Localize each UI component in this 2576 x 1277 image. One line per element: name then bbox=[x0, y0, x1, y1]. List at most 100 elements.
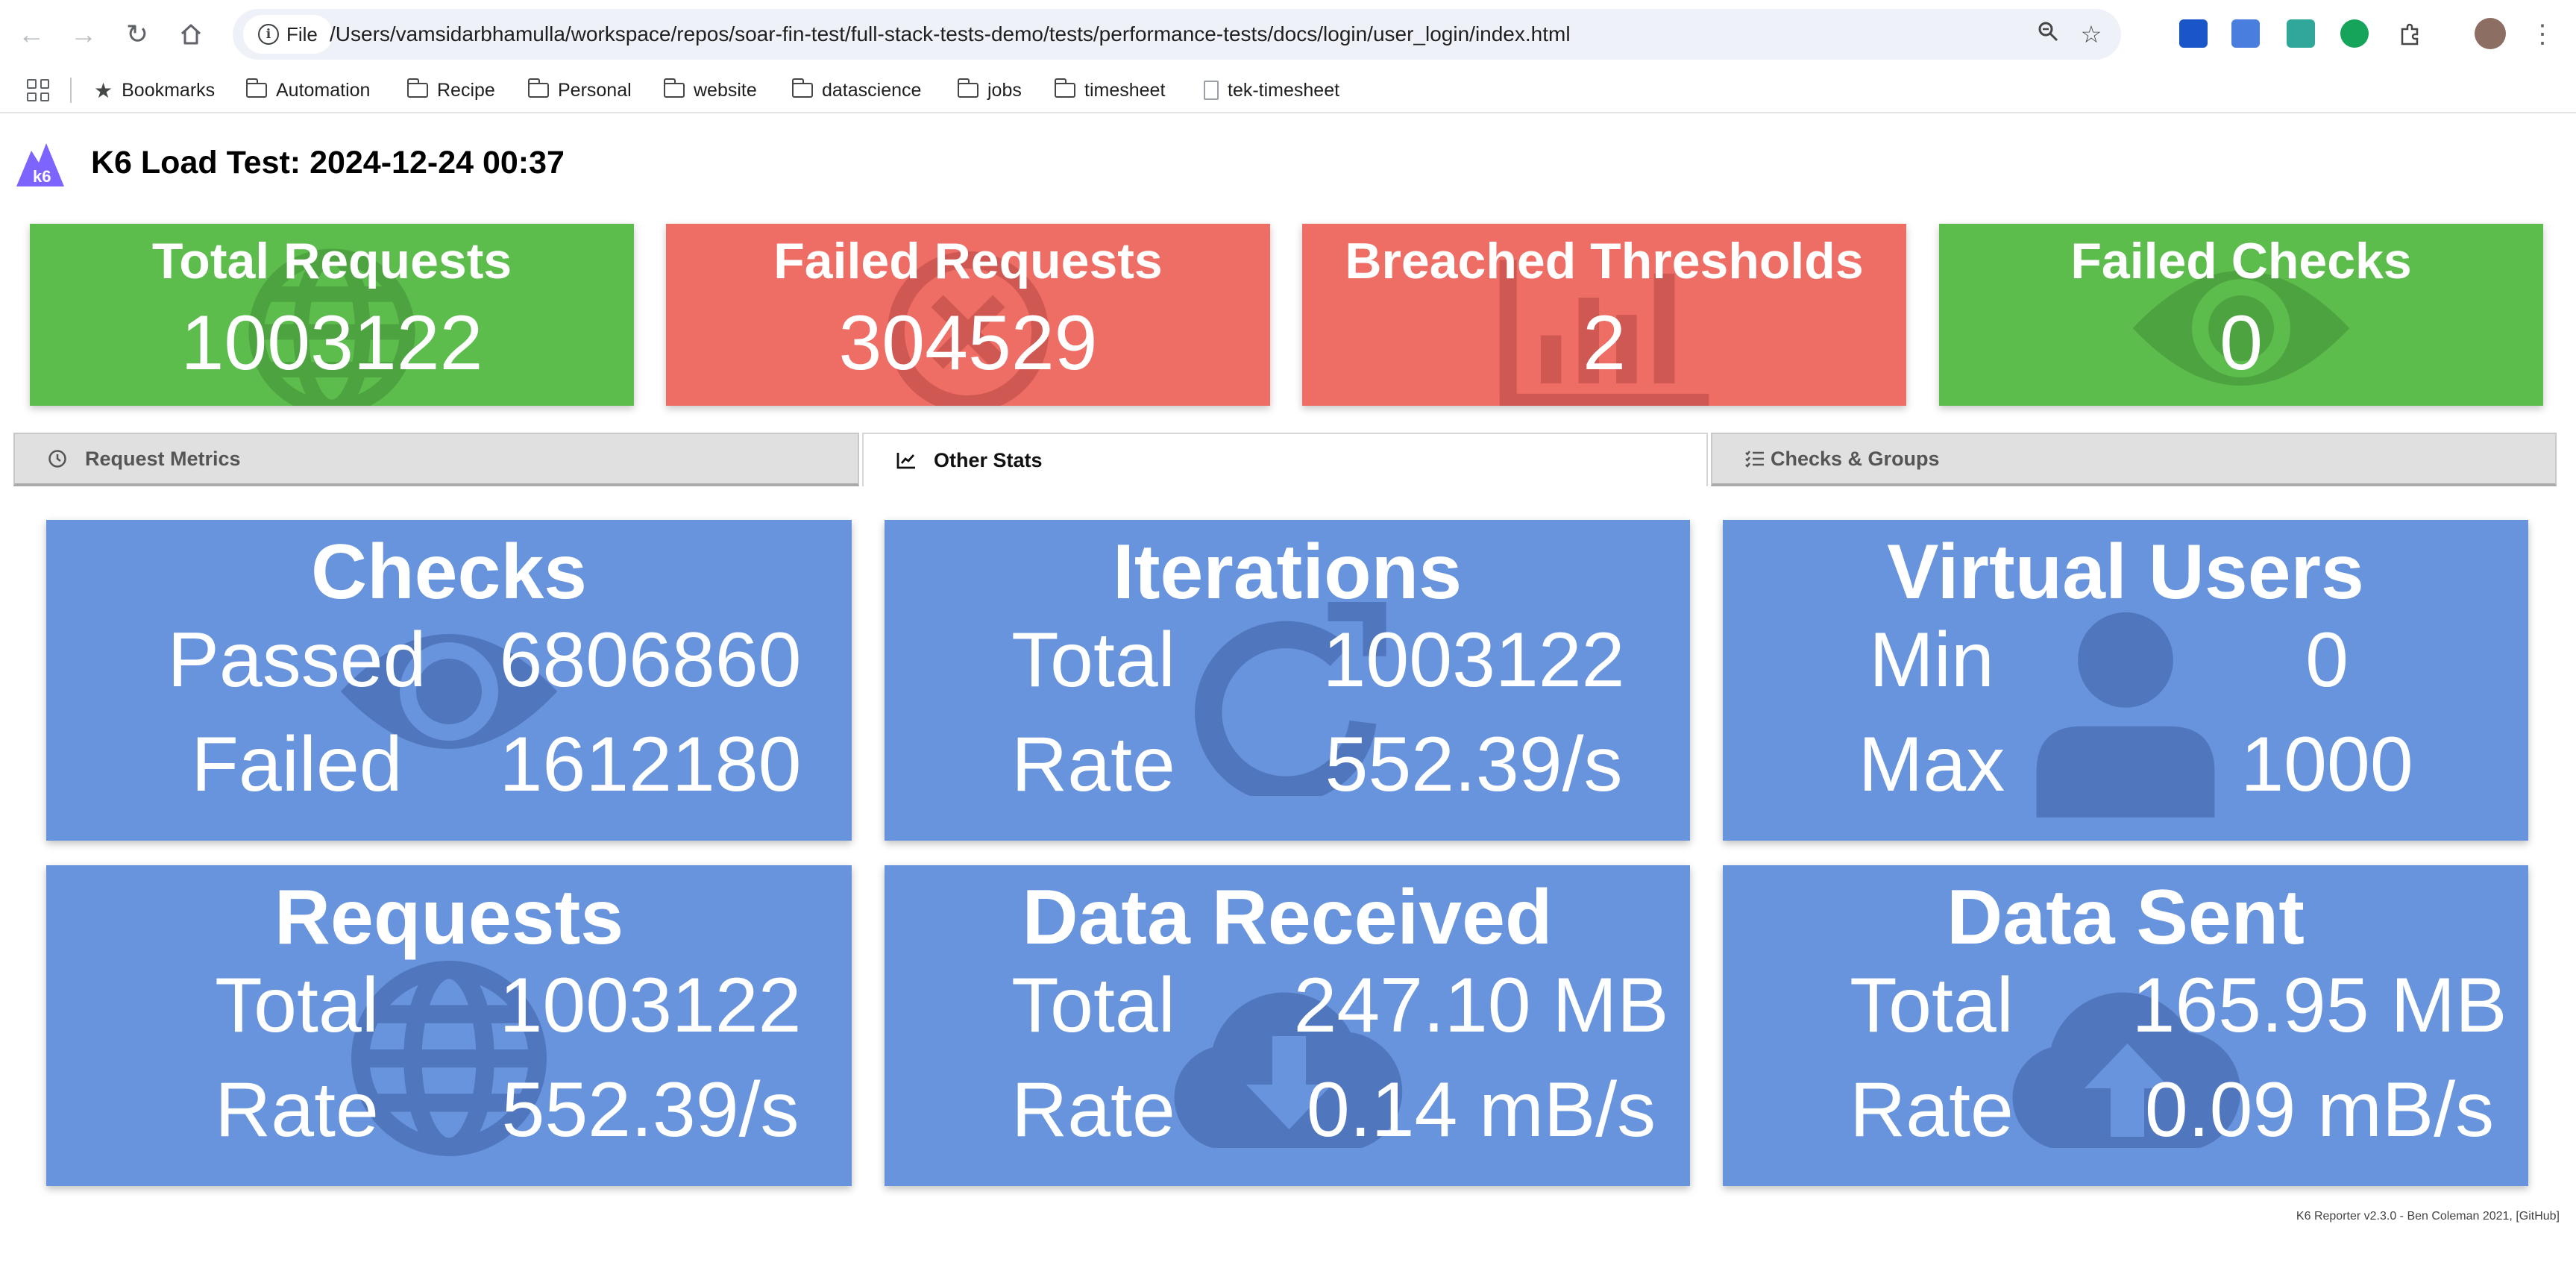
tile-value: 304529 bbox=[838, 300, 1098, 386]
row-value: 165.95 MB bbox=[2132, 962, 2507, 1049]
bookmark-label: Bookmarks bbox=[122, 79, 216, 101]
tile-label: Failed Checks bbox=[2070, 233, 2412, 289]
row-label: Total bbox=[1011, 617, 1175, 703]
row-value: 1612180 bbox=[499, 721, 802, 808]
bookmark-folder[interactable]: Automation bbox=[245, 69, 371, 112]
clock-icon bbox=[46, 448, 69, 470]
row-label: Rate bbox=[215, 1067, 379, 1153]
svg-text:k6: k6 bbox=[33, 167, 51, 186]
row-label: Rate bbox=[1850, 1067, 2014, 1153]
checks-card: Checks Passed 6806860 Failed 1612180 bbox=[46, 520, 852, 841]
row-label: Min bbox=[1869, 617, 1994, 703]
card-row: Rate 0.09 mB/s bbox=[1723, 1065, 2528, 1155]
card-title: Data Sent bbox=[1947, 874, 2305, 961]
row-value: 552.39/s bbox=[501, 1067, 799, 1153]
card-title: Checks bbox=[311, 529, 587, 615]
row-value: 552.39/s bbox=[1325, 721, 1623, 808]
bookmark-label: Automation bbox=[276, 79, 371, 101]
address-bar[interactable]: i File /Users/vamsidarbhamulla/workspace… bbox=[233, 9, 2121, 60]
home-icon[interactable] bbox=[175, 18, 207, 51]
back-arrow-icon[interactable]: ← bbox=[15, 18, 48, 51]
extension-icon[interactable] bbox=[2287, 19, 2315, 48]
bookmark-star-icon[interactable]: ☆ bbox=[2076, 19, 2106, 49]
row-value: 247.10 MB bbox=[1293, 962, 1669, 1049]
bookmark-item[interactable]: ★ Bookmarks bbox=[94, 69, 215, 112]
total-requests-tile: Total Requests 1003122 bbox=[30, 224, 634, 406]
browser-toolbar: ← → ↻ i File /Users/vamsidarbhamulla/wor… bbox=[0, 0, 2576, 69]
failed-checks-tile: Failed Checks 0 bbox=[1939, 224, 2543, 406]
row-label: Rate bbox=[1011, 1067, 1175, 1153]
bookmark-folder[interactable]: jobs bbox=[957, 69, 1022, 112]
folder-icon bbox=[791, 78, 813, 98]
card-row: Total 1003122 bbox=[46, 961, 852, 1050]
row-label: Total bbox=[1850, 962, 2014, 1049]
card-row: Total 1003122 bbox=[885, 615, 1690, 705]
data-sent-card: Data Sent Total 165.95 MB Rate 0.09 mB/s bbox=[1723, 865, 2528, 1186]
card-title: Virtual Users bbox=[1887, 529, 2364, 615]
bookmark-folder[interactable]: datascience bbox=[791, 69, 922, 112]
profile-avatar[interactable] bbox=[2475, 18, 2506, 49]
bookmark-label: timesheet bbox=[1084, 79, 1166, 101]
card-row: Total 165.95 MB bbox=[1723, 961, 2528, 1050]
row-value: 0.14 mB/s bbox=[1306, 1067, 1656, 1153]
folder-icon bbox=[406, 78, 428, 98]
row-value: 1003122 bbox=[499, 962, 802, 1049]
bookmark-item[interactable]: tek-timesheet bbox=[1204, 69, 1339, 112]
row-label: Failed bbox=[191, 721, 403, 808]
tab-checks-and-groups[interactable]: Checks & Groups bbox=[1711, 433, 2557, 486]
bookmark-label: datascience bbox=[822, 79, 922, 101]
card-title: Data Received bbox=[1022, 874, 1553, 961]
grammarly-icon[interactable] bbox=[2340, 19, 2369, 48]
tile-label: Breached Thresholds bbox=[1345, 233, 1864, 289]
card-row: Rate 552.39/s bbox=[46, 1065, 852, 1155]
bookmark-label: jobs bbox=[987, 79, 1022, 101]
bookmark-folder[interactable]: Recipe bbox=[406, 69, 495, 112]
row-label: Max bbox=[1858, 721, 2005, 808]
site-info-chip[interactable]: i File bbox=[243, 15, 333, 54]
row-value: 6806860 bbox=[499, 617, 802, 703]
bookmark-folder[interactable]: website bbox=[663, 69, 757, 112]
reload-icon[interactable]: ↻ bbox=[121, 18, 154, 51]
url-text[interactable]: /Users/vamsidarbhamulla/workspace/repos/… bbox=[330, 9, 1571, 60]
info-icon: i bbox=[258, 24, 279, 45]
calendar-extension-icon[interactable] bbox=[2231, 19, 2260, 48]
row-value: 0 bbox=[2305, 617, 2349, 703]
tab-label: Request Metrics bbox=[85, 447, 241, 470]
divider bbox=[70, 78, 72, 103]
apps-grid-icon[interactable] bbox=[27, 79, 49, 101]
requests-card: Requests Total 1003122 Rate 552.39/s bbox=[46, 865, 852, 1186]
bookmark-label: tek-timesheet bbox=[1228, 79, 1340, 101]
list-check-icon bbox=[1744, 448, 1766, 470]
data-received-card: Data Received Total 247.10 MB Rate 0.14 … bbox=[885, 865, 1690, 1186]
tile-label: Failed Requests bbox=[773, 233, 1163, 289]
bookmark-label: website bbox=[694, 79, 757, 101]
failed-requests-tile: Failed Requests 304529 bbox=[666, 224, 1270, 406]
card-row: Rate 552.39/s bbox=[885, 720, 1690, 809]
bookmarks-bar: ★ Bookmarks Automation Recipe Personal w… bbox=[0, 69, 2576, 113]
line-chart-icon bbox=[895, 449, 917, 471]
row-label: Total bbox=[1011, 962, 1175, 1049]
row-label: Rate bbox=[1011, 721, 1175, 808]
tab-label: Checks & Groups bbox=[1771, 447, 1940, 470]
zoom-icon[interactable] bbox=[2033, 19, 2063, 49]
folder-icon bbox=[957, 78, 978, 98]
virtual-users-card: Virtual Users Min 0 Max 1000 bbox=[1723, 520, 2528, 841]
extension-icon[interactable] bbox=[2179, 19, 2208, 48]
menu-kebab-icon[interactable]: ⋮ bbox=[2530, 18, 2555, 51]
bookmark-folder[interactable]: timesheet bbox=[1054, 69, 1166, 112]
card-row: Rate 0.14 mB/s bbox=[885, 1065, 1690, 1155]
tile-value: 0 bbox=[2220, 300, 2263, 386]
file-label: File bbox=[286, 22, 318, 46]
folder-icon bbox=[245, 78, 267, 98]
card-row: Failed 1612180 bbox=[46, 720, 852, 809]
extensions-puzzle-icon[interactable] bbox=[2394, 18, 2427, 51]
bookmark-folder[interactable]: Personal bbox=[527, 69, 632, 112]
forward-arrow-icon[interactable]: → bbox=[67, 18, 100, 51]
footer-credits[interactable]: K6 Reporter v2.3.0 - Ben Coleman 2021, [… bbox=[2296, 1210, 2560, 1223]
tab-other-stats[interactable]: Other Stats bbox=[862, 433, 1708, 486]
folder-icon bbox=[663, 78, 685, 98]
tab-request-metrics[interactable]: Request Metrics bbox=[13, 433, 859, 486]
breached-thresholds-tile: Breached Thresholds 2 bbox=[1302, 224, 1906, 406]
row-label: Total bbox=[215, 962, 379, 1049]
row-value: 1003122 bbox=[1322, 617, 1625, 703]
